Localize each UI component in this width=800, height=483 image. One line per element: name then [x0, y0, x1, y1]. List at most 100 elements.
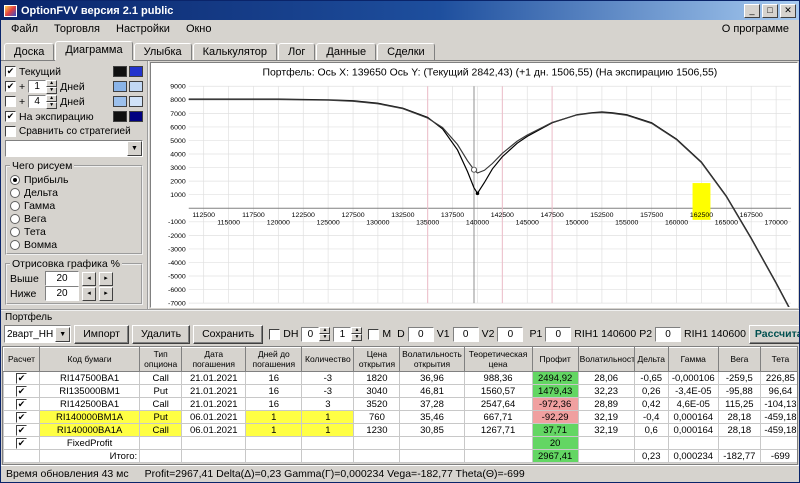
expiration-color1-swatch[interactable]: [113, 111, 127, 122]
render-below-right-arrow-icon[interactable]: ▸: [99, 287, 113, 301]
tab[interactable]: Улыбка: [134, 43, 192, 60]
menu-item[interactable]: Окно: [178, 22, 220, 36]
render-above-input[interactable]: [45, 271, 79, 286]
table-row[interactable]: ✔RI140000BA1ACall06.01.202111123030,8512…: [4, 424, 799, 437]
plus4-spin-arrows-icon[interactable]: ▲▼: [46, 95, 57, 109]
column-header[interactable]: Код бумаги: [40, 348, 140, 372]
render-above-right-arrow-icon[interactable]: ▸: [99, 272, 113, 286]
draw-option[interactable]: Гамма: [10, 199, 138, 212]
expiration-checkbox[interactable]: ✔: [5, 111, 16, 122]
table-row[interactable]: ✔RI135000BM1Put21.01.202116-3304046,8115…: [4, 385, 799, 398]
tab[interactable]: Данные: [316, 43, 376, 60]
draw-option[interactable]: Дельта: [10, 186, 138, 199]
dh-spin1-arrows-icon[interactable]: ▲▼: [319, 327, 330, 341]
maximize-button[interactable]: □: [762, 4, 778, 18]
calc-go-button[interactable]: Рассчитать ГО: [749, 325, 800, 344]
column-header[interactable]: Тип опциона: [140, 348, 182, 372]
current-color2-swatch[interactable]: [129, 66, 143, 77]
draw-option[interactable]: Прибыль: [10, 173, 138, 186]
plus4-days-spinner[interactable]: ▲▼: [28, 95, 57, 109]
dh-spin2-arrows-icon[interactable]: ▲▼: [351, 327, 362, 341]
column-header[interactable]: Волатильность открытия: [400, 348, 464, 372]
column-header[interactable]: Дата погашения: [182, 348, 246, 372]
table-row[interactable]: ✔FixedProfit20: [4, 437, 799, 450]
delete-button[interactable]: Удалить: [132, 325, 190, 344]
tab[interactable]: Диаграмма: [55, 41, 132, 60]
portfolio-preset-combobox[interactable]: 2варт_НН ▼: [4, 325, 71, 343]
plus4-days-input[interactable]: [28, 95, 46, 108]
expiration-color2-swatch[interactable]: [129, 111, 143, 122]
row-checkbox[interactable]: ✔: [16, 438, 27, 449]
table-row-total[interactable]: Итого:2967,410,230,000234-182,77-699: [4, 450, 799, 463]
render-below-input[interactable]: [45, 286, 79, 301]
v2-input[interactable]: [497, 327, 523, 342]
current-color1-swatch[interactable]: [113, 66, 127, 77]
close-button[interactable]: ✕: [780, 4, 796, 18]
table-row[interactable]: ✔RI142500BA1Call21.01.2021163352037,2825…: [4, 398, 799, 411]
row-checkbox-cell[interactable]: ✔: [4, 411, 40, 424]
menu-item[interactable]: Настройки: [108, 22, 178, 36]
row-checkbox[interactable]: ✔: [16, 399, 27, 410]
menu-item[interactable]: Файл: [3, 22, 46, 36]
row-checkbox[interactable]: ✔: [16, 386, 27, 397]
m-checkbox[interactable]: [368, 329, 379, 340]
render-below-left-arrow-icon[interactable]: ◂: [82, 287, 96, 301]
dh-spinner-2[interactable]: ▲▼: [333, 327, 362, 342]
row-checkbox-cell[interactable]: ✔: [4, 385, 40, 398]
column-header[interactable]: Теоретическая цена: [464, 348, 532, 372]
table-row[interactable]: ✔RI147500BA1Call21.01.202116-3182036,969…: [4, 372, 799, 385]
compare-strategy-checkbox[interactable]: [5, 126, 16, 137]
column-header[interactable]: Дней до погашения: [246, 348, 302, 372]
row-checkbox-cell[interactable]: ✔: [4, 398, 40, 411]
row-checkbox[interactable]: ✔: [16, 425, 27, 436]
row-checkbox[interactable]: ✔: [16, 373, 27, 384]
column-header[interactable]: Вега: [718, 348, 760, 372]
save-button[interactable]: Сохранить: [193, 325, 263, 344]
table-row[interactable]: ✔RI140000BM1APut06.01.20211176035,46667,…: [4, 411, 799, 424]
strategy-combobox[interactable]: ▼: [5, 140, 143, 157]
p1-input[interactable]: [545, 327, 571, 342]
plus1-color1-swatch[interactable]: [113, 81, 127, 92]
draw-option[interactable]: Вомма: [10, 238, 138, 251]
draw-option[interactable]: Вега: [10, 212, 138, 225]
dh-spinner-1[interactable]: ▲▼: [301, 327, 330, 342]
tab[interactable]: Лог: [278, 43, 315, 60]
column-header[interactable]: Тета: [760, 348, 798, 372]
plus1-color2-swatch[interactable]: [129, 81, 143, 92]
column-header[interactable]: Дельта: [634, 348, 668, 372]
plus1-days-spinner[interactable]: ▲▼: [28, 80, 57, 94]
menu-item[interactable]: Торговля: [46, 22, 108, 36]
dh-checkbox[interactable]: [269, 329, 280, 340]
dh-value1-input[interactable]: [301, 327, 319, 342]
column-header[interactable]: Количество: [302, 348, 354, 372]
draw-option[interactable]: Тета: [10, 225, 138, 238]
import-button[interactable]: Импорт: [74, 325, 129, 344]
row-checkbox-cell[interactable]: ✔: [4, 372, 40, 385]
plus4-checkbox[interactable]: [5, 96, 16, 107]
column-header[interactable]: Цена открытия: [354, 348, 400, 372]
dh-value2-input[interactable]: [333, 327, 351, 342]
plus1-spin-arrows-icon[interactable]: ▲▼: [46, 80, 57, 94]
row-checkbox[interactable]: ✔: [16, 412, 27, 423]
menu-about[interactable]: О программе: [714, 22, 797, 36]
minimize-button[interactable]: _: [744, 4, 760, 18]
profit-chart[interactable]: -7000-6000-5000-4000-3000-2000-100010002…: [151, 63, 797, 307]
tab[interactable]: Сделки: [377, 43, 435, 60]
row-checkbox-cell[interactable]: ✔: [4, 424, 40, 437]
render-above-left-arrow-icon[interactable]: ◂: [82, 272, 96, 286]
plus4-color2-swatch[interactable]: [129, 96, 143, 107]
plus4-color1-swatch[interactable]: [113, 96, 127, 107]
plus1-days-input[interactable]: [28, 80, 46, 93]
p2-input[interactable]: [655, 327, 681, 342]
d-input[interactable]: [408, 327, 434, 342]
column-header[interactable]: Волатильность: [578, 348, 634, 372]
plus1-checkbox[interactable]: ✔: [5, 81, 16, 92]
v1-input[interactable]: [453, 327, 479, 342]
current-checkbox[interactable]: ✔: [5, 66, 16, 77]
row-checkbox-cell[interactable]: ✔: [4, 437, 40, 450]
column-header[interactable]: Гамма: [668, 348, 718, 372]
chevron-down-icon[interactable]: ▼: [55, 327, 70, 342]
tab[interactable]: Калькулятор: [193, 43, 277, 60]
column-header[interactable]: Расчет: [4, 348, 40, 372]
chevron-down-icon[interactable]: ▼: [127, 141, 142, 156]
